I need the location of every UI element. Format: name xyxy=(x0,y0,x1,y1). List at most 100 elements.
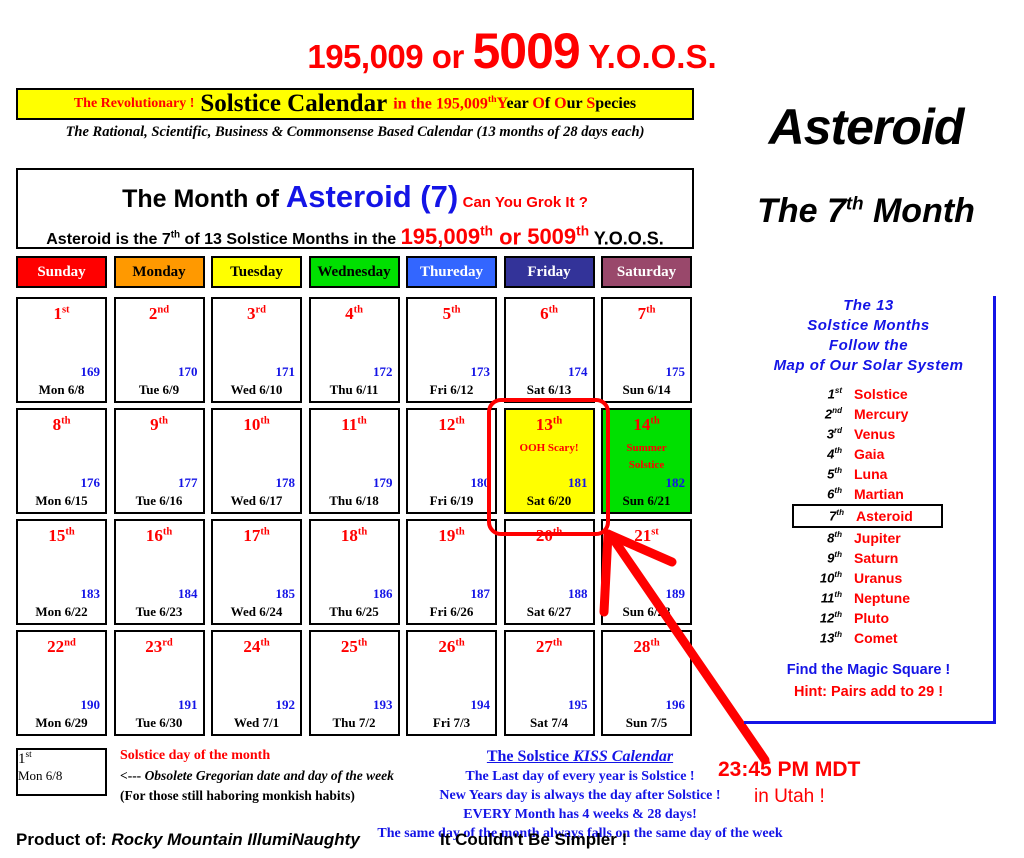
solstice-month-item-pluto[interactable]: 12th Pluto xyxy=(744,608,993,628)
solstice-month-item-jupiter[interactable]: 8th Jupiter xyxy=(744,528,993,548)
calendar-day-cell[interactable]: 6th 174 Sat 6/13 xyxy=(503,297,595,403)
day-ordinal: 17th xyxy=(243,526,270,545)
month-header-prefix: The Month of xyxy=(122,185,286,213)
calendar-day-cell[interactable]: 17th 185 Wed 6/24 xyxy=(211,519,302,625)
month-name: Martian xyxy=(854,486,904,502)
footer-tagline: It Couldn't Be Simpler ! xyxy=(440,830,628,849)
day-ordinal: 22nd xyxy=(47,637,76,656)
calendar-day-cell[interactable]: 15th 183 Mon 6/22 xyxy=(16,519,107,625)
gregorian-date: Tue 6/23 xyxy=(135,604,183,619)
day-of-year-number: 186 xyxy=(373,586,393,601)
calendar-day-cell[interactable]: 2nd 170 Tue 6/9 xyxy=(113,297,205,403)
banner-year-ordinal-suffix: th xyxy=(487,94,497,106)
calendar-day-cell[interactable]: 24th 192 Wed 7/1 xyxy=(211,630,302,736)
magic-square-prompt: Find the Magic Square ! xyxy=(786,662,951,678)
solstice-month-item-solstice[interactable]: 1st Solstice xyxy=(744,384,993,404)
day-note: Summer Solstice xyxy=(626,442,667,471)
calendar-day-cell[interactable]: 27th 195 Sat 7/4 xyxy=(503,630,595,736)
calendar-day-cell[interactable]: 14th Summer Solstice 182 Sun 6/21 xyxy=(601,408,692,514)
gregorian-date: Fri 6/12 xyxy=(429,382,474,397)
sidebar-heading-line: The 13 xyxy=(843,297,894,314)
month-ordinal: 6th xyxy=(827,486,842,502)
day-header-label: Wednesday xyxy=(317,263,391,280)
day-ordinal: 2nd xyxy=(148,304,170,323)
day-ordinal: 10th xyxy=(243,415,270,434)
calendar-day-cell[interactable]: 18th 186 Thu 6/25 xyxy=(308,519,400,625)
month-name-large: Asteroid xyxy=(768,99,965,155)
day-ordinal: 14th xyxy=(633,415,660,434)
day-ordinal: 5th xyxy=(442,304,461,323)
solstice-month-item-uranus[interactable]: 10th Uranus xyxy=(744,568,993,588)
calendar-day-cell[interactable]: 13th OOH Scary! 181 Sat 6/20 xyxy=(503,408,595,514)
calendar-day-cell[interactable]: 11th 179 Thu 6/18 xyxy=(308,408,400,514)
solstice-month-item-venus[interactable]: 3rd Venus xyxy=(744,424,993,444)
day-ordinal: 8th xyxy=(52,415,71,434)
month-header-line2: Asteroid is the 7th of 13 Solstice Month… xyxy=(18,224,692,250)
calendar-day-cell[interactable]: 22nd 190 Mon 6/29 xyxy=(16,630,107,736)
day-header-label: Saturday xyxy=(616,263,677,280)
solstice-month-item-comet[interactable]: 13th Comet xyxy=(744,628,993,648)
solstice-month-item-saturn[interactable]: 9th Saturn xyxy=(744,548,993,568)
calendar-day-cell[interactable]: 28th 196 Sun 7/5 xyxy=(601,630,692,736)
solstice-location: in Utah ! xyxy=(754,786,825,807)
solstice-month-item-martian[interactable]: 6th Martian xyxy=(744,484,993,504)
gregorian-date: Sun 6/14 xyxy=(622,382,671,397)
gregorian-date: Sun 6/21 xyxy=(622,493,671,508)
day-of-year-number: 170 xyxy=(178,364,198,379)
calendar-day-cell[interactable]: 25th 193 Thu 7/2 xyxy=(308,630,400,736)
calendar-day-cell[interactable]: 16th 184 Tue 6/23 xyxy=(113,519,205,625)
solstice-month-item-asteroid[interactable]: 7th Asteroid xyxy=(792,504,943,528)
gregorian-date: Wed 7/1 xyxy=(233,715,280,730)
calendar-day-cell[interactable]: 19th 187 Fri 6/26 xyxy=(406,519,497,625)
month-ordinal: 1st xyxy=(827,386,842,402)
day-header-wednesday: Wednesday xyxy=(308,256,400,288)
day-ordinal: 12th xyxy=(438,415,465,434)
legend-cell-gregorian: Mon 6/8 xyxy=(18,768,63,783)
day-header-tuesday: Tuesday xyxy=(211,256,302,288)
gregorian-date: Sat 6/13 xyxy=(526,382,572,397)
solstice-month-item-mercury[interactable]: 2nd Mercury xyxy=(744,404,993,424)
day-of-year-number: 176 xyxy=(80,475,101,490)
day-of-week-header-row: Sunday Monday Tuesday Wednesday Thureday Frid… xyxy=(16,256,698,290)
day-header-sunday: Sunday xyxy=(16,256,107,288)
calendar-day-cell[interactable]: 5th 173 Fri 6/12 xyxy=(406,297,497,403)
calendar-day-cell[interactable]: 4th 172 Thu 6/11 xyxy=(308,297,400,403)
gregorian-date: Thu 6/18 xyxy=(329,493,379,508)
footer-product-credit: Product of: Rocky Mountain IllumiNaughty xyxy=(16,830,360,850)
banner-revolutionary-label: The Revolutionary ! xyxy=(73,96,195,111)
calendar-day-cell[interactable]: 10th 178 Wed 6/17 xyxy=(211,408,302,514)
legend-arrow-glyph: <--- xyxy=(120,768,145,783)
month-header-month-name: Asteroid (7) xyxy=(285,179,459,214)
calendar-day-cell[interactable]: 21st 189 Sun 6/28 xyxy=(601,519,692,625)
day-header-label: Thureday xyxy=(419,263,484,280)
day-header-saturday: Saturday xyxy=(601,256,692,288)
sidebar-heading-line: Map of Our Solar System xyxy=(773,357,964,374)
day-ordinal: 23rd xyxy=(145,637,173,656)
day-of-year-number: 189 xyxy=(665,586,686,601)
page-title-year-big: 5009 xyxy=(472,23,580,79)
calendar-day-cell[interactable]: 3rd 171 Wed 6/10 xyxy=(211,297,302,403)
day-of-year-number: 178 xyxy=(275,475,296,490)
day-ordinal: 24th xyxy=(243,637,270,656)
gregorian-date: Sun 6/28 xyxy=(622,604,671,619)
calendar-day-cell[interactable]: 8th 176 Mon 6/15 xyxy=(16,408,107,514)
solstice-month-item-gaia[interactable]: 4th Gaia xyxy=(744,444,993,464)
calendar-day-cell[interactable]: 1st 169 Mon 6/8 xyxy=(16,297,107,403)
calendar-day-cell[interactable]: 9th 177 Tue 6/16 xyxy=(113,408,205,514)
month-header-box: The Month of Asteroid (7) Can You Grok I… xyxy=(16,168,694,249)
day-of-year-number: 169 xyxy=(80,364,101,379)
calendar-day-cell[interactable]: 26th 194 Fri 7/3 xyxy=(406,630,497,736)
day-ordinal: 9th xyxy=(150,415,168,434)
month-ordinal-word: Month xyxy=(863,192,975,230)
calendar-day-cell[interactable]: 12th 180 Fri 6/19 xyxy=(406,408,497,514)
day-ordinal: 3rd xyxy=(246,304,267,323)
day-of-year-number: 187 xyxy=(470,586,491,601)
calendar-day-cell[interactable]: 20th 188 Sat 6/27 xyxy=(503,519,595,625)
calendar-day-cell[interactable]: 23rd 191 Tue 6/30 xyxy=(113,630,205,736)
day-ordinal: 26th xyxy=(438,637,465,656)
solstice-month-item-neptune[interactable]: 11th Neptune xyxy=(744,588,993,608)
month-name: Venus xyxy=(854,426,896,442)
calendar-day-cell[interactable]: 7th 175 Sun 6/14 xyxy=(601,297,692,403)
day-of-year-number: 180 xyxy=(470,475,491,490)
solstice-month-item-luna[interactable]: 5th Luna xyxy=(744,464,993,484)
